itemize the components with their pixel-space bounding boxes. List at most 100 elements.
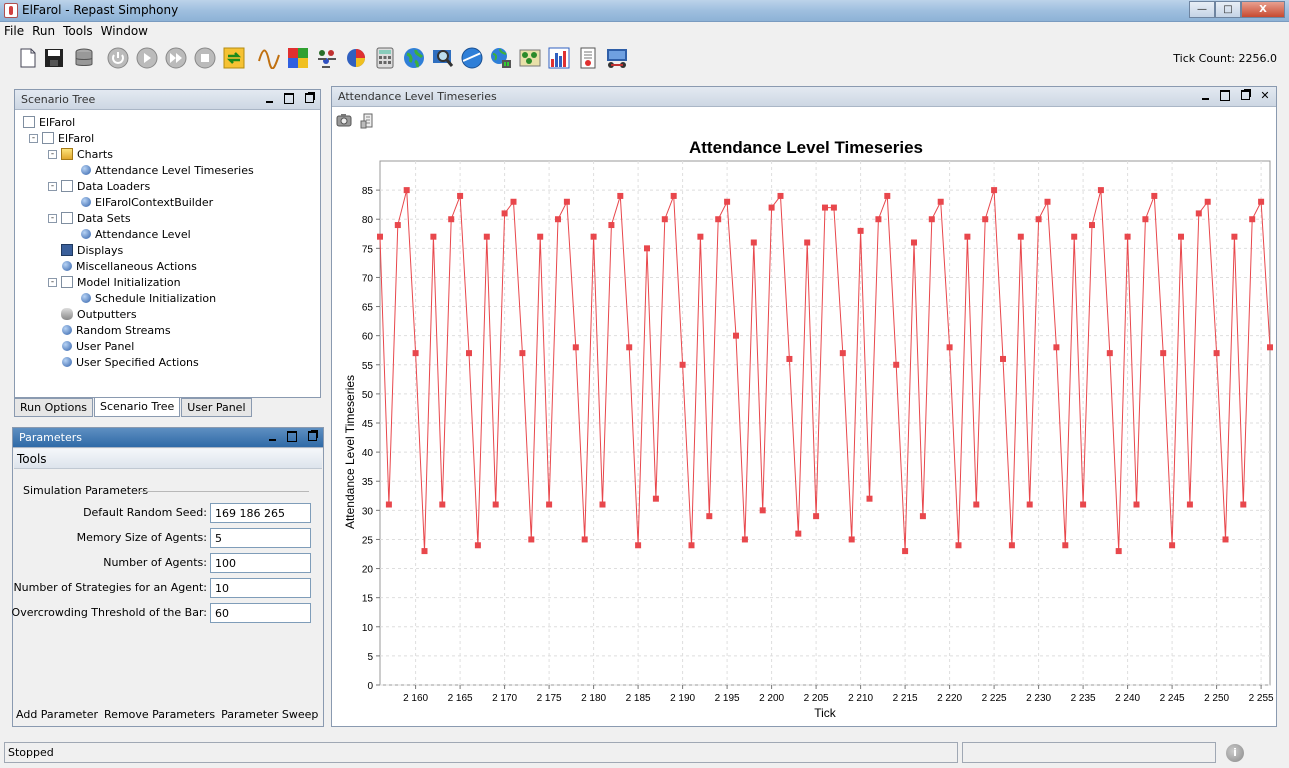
close-icon[interactable]: ✕ (1258, 90, 1272, 104)
data-point (866, 495, 873, 502)
tree-node[interactable]: Data Loaders (61, 178, 150, 194)
collapse-toggle-icon[interactable]: - (48, 278, 57, 287)
data-point (1044, 198, 1051, 205)
tree-node[interactable]: Random Streams (61, 322, 171, 338)
info-icon[interactable]: i (1226, 744, 1244, 762)
tree-node[interactable]: ElFarol (42, 130, 94, 146)
save-icon[interactable] (42, 46, 66, 70)
data-point (1267, 344, 1273, 351)
parameter-sweep-button[interactable]: Parameter Sweep (221, 708, 318, 721)
tree-node[interactable]: ElFarolContextBuilder (80, 194, 213, 210)
collapse-toggle-icon[interactable]: - (48, 182, 57, 191)
timeseries-icon[interactable] (257, 46, 281, 70)
restore-icon[interactable] (1238, 90, 1252, 104)
data-point (457, 192, 464, 199)
tools-label: Tools (17, 452, 47, 466)
calculator-icon[interactable] (373, 46, 397, 70)
tree-node-label: Outputters (77, 307, 137, 321)
maximize-icon[interactable] (282, 93, 296, 107)
color-grid-icon[interactable] (286, 46, 310, 70)
parameters-tools-menu[interactable]: Tools (14, 449, 322, 469)
data-point (902, 548, 909, 555)
random-seed-input[interactable] (210, 503, 311, 523)
restore-icon[interactable] (302, 93, 316, 107)
collapse-toggle-icon[interactable]: - (48, 150, 57, 159)
tree-node[interactable]: Outputters (61, 306, 137, 322)
report-icon[interactable] (576, 46, 600, 70)
database-icon[interactable] (72, 46, 96, 70)
tree-node[interactable]: ElFarol (23, 114, 75, 130)
minimize-window-button[interactable]: — (1189, 1, 1215, 18)
init-icon[interactable] (106, 46, 130, 70)
data-point (1124, 233, 1131, 240)
menu-file[interactable]: File (0, 22, 28, 41)
x-tick-label: 2 190 (670, 693, 695, 704)
maximize-icon[interactable] (285, 431, 299, 445)
minimize-icon[interactable] (265, 431, 279, 445)
display-icon[interactable] (489, 46, 513, 70)
step-icon[interactable] (164, 46, 188, 70)
tree-node[interactable]: User Panel (61, 338, 134, 354)
close-window-button[interactable]: X (1241, 1, 1285, 18)
y-tick-label: 0 (367, 681, 373, 692)
pie-chart-icon[interactable] (344, 46, 368, 70)
data-point (973, 501, 980, 508)
tree-node[interactable]: Schedule Initialization (80, 290, 216, 306)
tree-node[interactable]: Displays (61, 242, 123, 258)
collapse-toggle-icon[interactable]: - (29, 134, 38, 143)
remove-parameters-button[interactable]: Remove Parameters (104, 708, 215, 721)
y-tick-label: 75 (362, 244, 374, 255)
data-point (697, 233, 704, 240)
menu-window[interactable]: Window (97, 22, 152, 41)
new-scenario-icon[interactable] (16, 46, 40, 70)
tab-scenario-tree[interactable]: Scenario Tree (94, 398, 181, 417)
tree-node[interactable]: Data Sets (61, 210, 131, 226)
x-tick-label: 2 230 (1026, 693, 1051, 704)
tree-node[interactable]: Model Initialization (61, 274, 181, 290)
add-parameter-button[interactable]: Add Parameter (16, 708, 98, 721)
tree-node[interactable]: Miscellaneous Actions (61, 258, 197, 274)
number-of-agents-input[interactable] (210, 553, 311, 573)
data-point (635, 542, 642, 549)
minimize-icon[interactable] (262, 93, 276, 107)
data-point (581, 536, 588, 543)
batch-icon[interactable] (605, 46, 629, 70)
memory-size-input[interactable] (210, 528, 311, 548)
grid-icon[interactable] (518, 46, 542, 70)
status-text: Stopped (8, 746, 54, 759)
tab-user-panel[interactable]: User Panel (181, 398, 252, 417)
y-tick-label: 55 (362, 361, 374, 372)
menu-tools[interactable]: Tools (59, 22, 97, 41)
bullet-icon (81, 197, 91, 207)
network-icon[interactable] (460, 46, 484, 70)
overcrowding-threshold-input[interactable] (210, 603, 311, 623)
x-tick-label: 2 215 (893, 693, 918, 704)
data-point (644, 245, 650, 252)
collapse-toggle-icon[interactable]: - (48, 214, 57, 223)
left-panel-tabs: Run Options Scenario Tree User Panel (14, 398, 253, 417)
maximize-icon[interactable] (1218, 90, 1232, 104)
tree-node[interactable]: Attendance Level Timeseries (80, 162, 254, 178)
menu-bar: File Run Tools Window (0, 22, 1289, 41)
tab-run-options[interactable]: Run Options (14, 398, 94, 417)
window-titlebar: ElFarol - Repast Simphony — □ X (0, 0, 1289, 22)
agents-icon[interactable] (315, 46, 339, 70)
timeseries-chart: 0 5 10 15 20 25 30 35 40 45 50 55 60 65 70 75 80 85 2 160 2… (343, 138, 1274, 720)
number-of-strategies-input[interactable] (210, 578, 311, 598)
histogram-icon[interactable] (547, 46, 571, 70)
globe-icon[interactable] (402, 46, 426, 70)
stop-icon[interactable] (193, 46, 217, 70)
reset-icon[interactable] (222, 46, 246, 70)
menu-run[interactable]: Run (28, 22, 59, 41)
maximize-window-button[interactable]: □ (1215, 1, 1241, 18)
restore-icon[interactable] (305, 431, 319, 445)
tree-node[interactable]: Attendance Level (80, 226, 191, 242)
x-tick-label: 2 250 (1204, 693, 1229, 704)
minimize-icon[interactable] (1198, 90, 1212, 104)
start-icon[interactable] (135, 46, 159, 70)
tree-node[interactable]: Charts (61, 146, 113, 162)
tree-node[interactable]: User Specified Actions (61, 354, 199, 370)
param-row-number-of-agents: Number of Agents: (13, 553, 323, 573)
magnifier-icon[interactable] (431, 46, 455, 70)
data-point (1017, 233, 1024, 240)
